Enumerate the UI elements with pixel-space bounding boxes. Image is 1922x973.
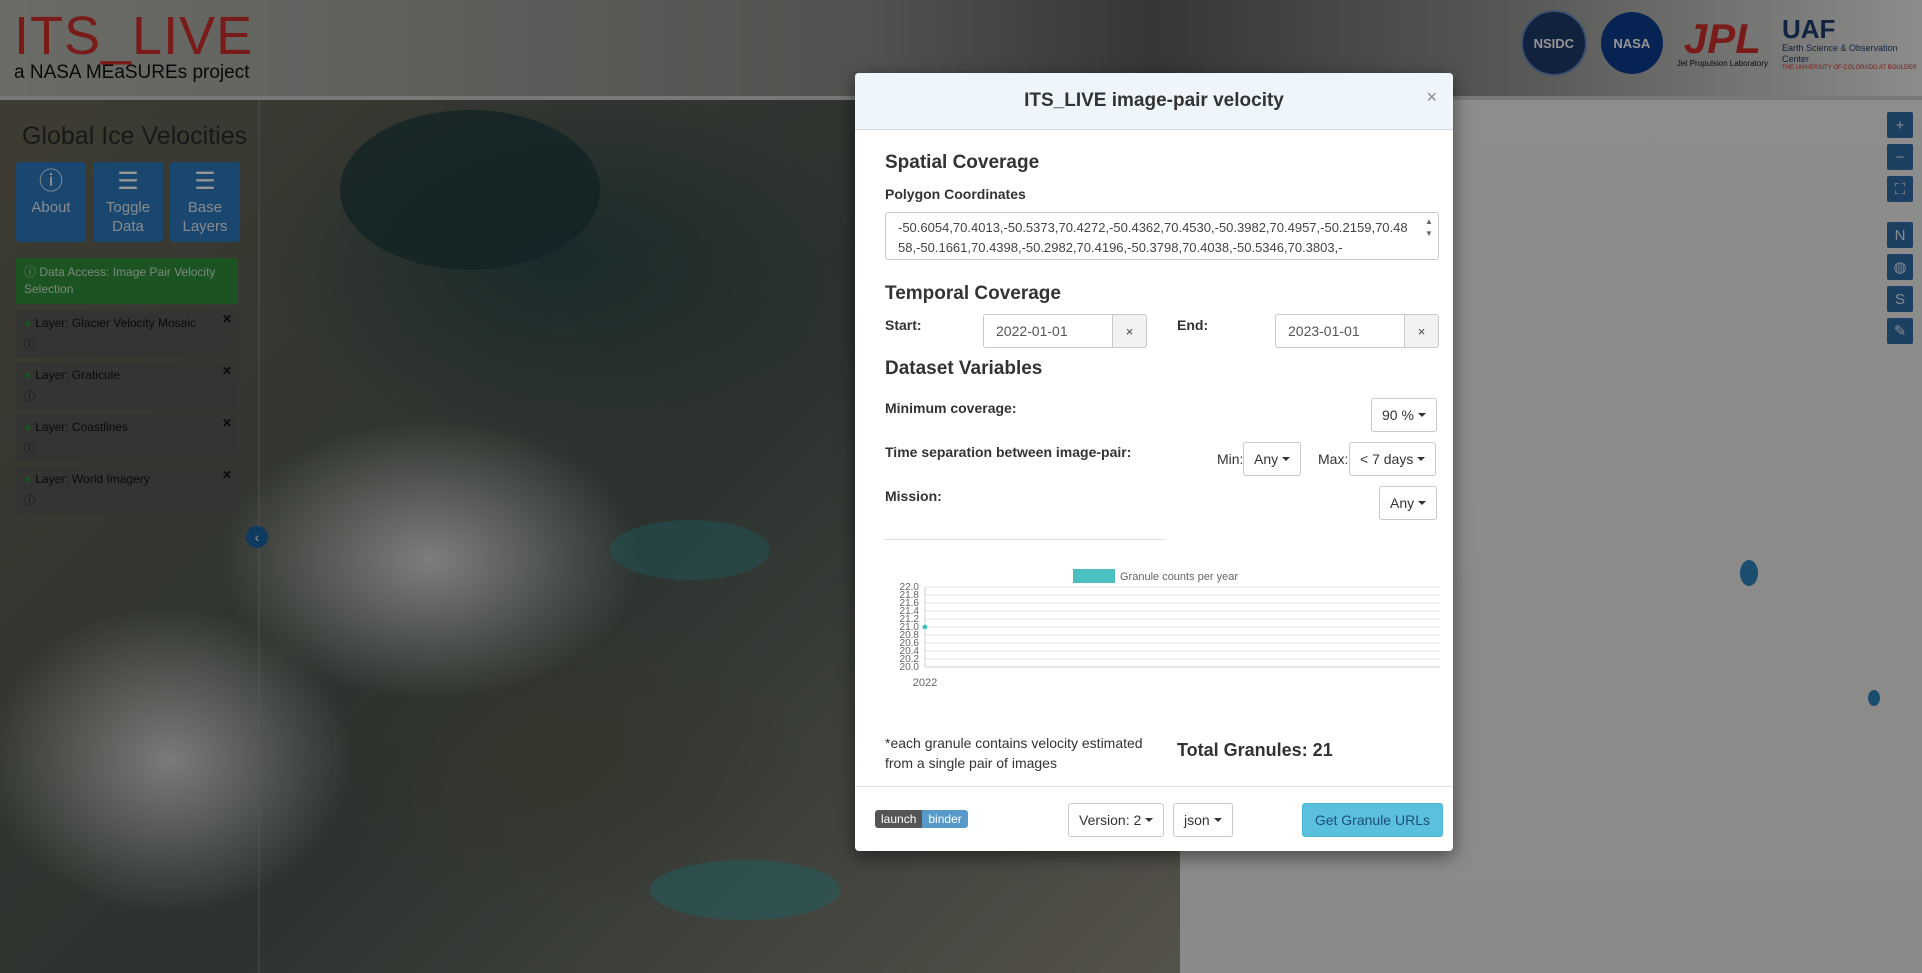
minimum-coverage-dropdown[interactable]: 90 % (1371, 398, 1437, 432)
start-label: Start: (885, 317, 922, 333)
launch-binder-badge[interactable]: launch binder (875, 810, 968, 828)
caret-down-icon (1282, 457, 1291, 461)
modal-footer: launch binder Version: 2 json Get Granul… (855, 786, 1453, 852)
mission-value: Any (1390, 495, 1415, 511)
end-date-input[interactable]: 2023-01-01 (1275, 314, 1405, 348)
binder-badge-right: binder (922, 810, 968, 828)
legend-swatch (1073, 569, 1115, 583)
caret-down-icon (1417, 457, 1426, 461)
mission-dropdown[interactable]: Any (1379, 486, 1438, 520)
modal-title: ITS_LIVE image-pair velocity (1024, 90, 1284, 111)
textarea-scrollbar[interactable]: ▲ ▼ (1424, 216, 1434, 256)
max-separation-value: < 7 days (1360, 451, 1414, 467)
y-tick-label: 20.0 (900, 662, 920, 673)
end-label: End: (1177, 317, 1209, 333)
section-divider (885, 539, 1165, 540)
spatial-coverage-heading: Spatial Coverage (885, 152, 1040, 173)
start-date-group: 2022-01-01 × (983, 314, 1147, 348)
time-separation-label: Time separation between image-pair: (885, 444, 1132, 460)
min-label: Min: (1217, 451, 1244, 467)
format-dropdown[interactable]: json (1173, 803, 1233, 837)
max-label: Max: (1318, 451, 1349, 467)
min-separation-dropdown[interactable]: Any (1243, 442, 1302, 476)
data-point (921, 623, 929, 631)
polygon-coordinates-label: Polygon Coordinates (885, 186, 1026, 202)
modal-header: ITS_LIVE image-pair velocity × (855, 73, 1453, 130)
caret-down-icon (1418, 501, 1427, 505)
mission-label: Mission: (885, 488, 942, 504)
close-icon[interactable]: × (1426, 87, 1437, 108)
granule-count-chart: Granule counts per year22.021.821.621.42… (900, 569, 1440, 689)
polygon-coordinates-field[interactable]: -50.6054,70.4013,-50.5373,70.4272,-50.43… (885, 212, 1439, 260)
minimum-coverage-label: Minimum coverage: (885, 400, 1017, 416)
minimum-coverage-value: 90 % (1382, 407, 1414, 423)
version-dropdown[interactable]: Version: 2 (1068, 803, 1165, 837)
caret-down-icon (1213, 818, 1222, 822)
end-date-group: 2023-01-01 × (1275, 314, 1439, 348)
legend-label: Granule counts per year (1120, 571, 1238, 583)
start-date-clear-button[interactable]: × (1113, 314, 1147, 348)
temporal-coverage-heading: Temporal Coverage (885, 283, 1061, 304)
granule-note: *each granule contains velocity estimate… (885, 735, 1143, 771)
min-separation-value: Any (1254, 451, 1279, 467)
get-granule-urls-button[interactable]: Get Granule URLs (1301, 803, 1443, 837)
version-value: Version: 2 (1079, 812, 1142, 828)
start-date-input[interactable]: 2022-01-01 (983, 314, 1113, 348)
total-granules: Total Granules: 21 (1177, 740, 1333, 760)
dataset-variables-heading: Dataset Variables (885, 358, 1043, 379)
caret-down-icon (1417, 413, 1426, 417)
max-separation-dropdown[interactable]: < 7 days (1349, 442, 1437, 476)
image-pair-velocity-modal: ITS_LIVE image-pair velocity × Spatial C… (855, 73, 1453, 851)
format-value: json (1184, 812, 1210, 828)
end-date-clear-button[interactable]: × (1405, 314, 1439, 348)
x-tick-label: 2022 (913, 677, 937, 689)
polygon-coordinates-value: -50.6054,70.4013,-50.5373,70.4272,-50.43… (898, 220, 1408, 255)
binder-badge-left: launch (875, 810, 923, 828)
caret-down-icon (1145, 818, 1154, 822)
